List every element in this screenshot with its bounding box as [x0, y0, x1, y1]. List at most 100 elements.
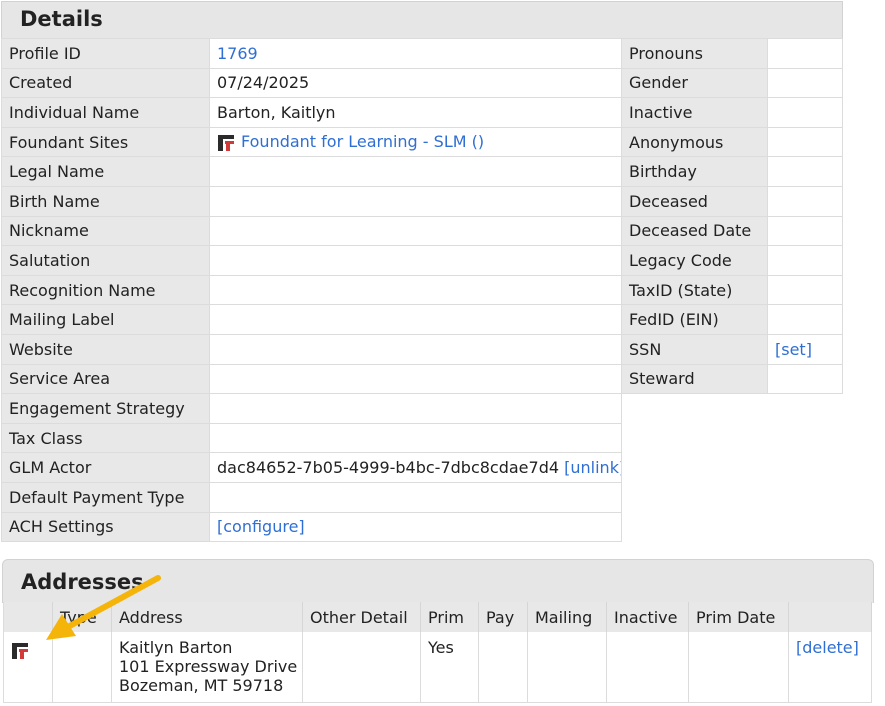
detail-value-link[interactable]: [set] [775, 340, 812, 359]
detail-row: Profile ID 1769 [1, 38, 622, 69]
address-line: 101 Expressway Drive [119, 657, 298, 676]
detail-row: Birth Name [1, 185, 622, 217]
detail-label: Birthday [621, 156, 768, 187]
detail-row: Deceased [621, 185, 843, 217]
detail-value [767, 126, 843, 158]
detail-label: Inactive [621, 97, 768, 128]
detail-value [209, 274, 622, 306]
detail-value [767, 304, 843, 335]
detail-label: Mailing Label [1, 304, 210, 335]
address-other-detail [302, 632, 421, 702]
detail-value: dac84652-7b05-4999-b4bc-7dbc8cdae7d4 [un… [209, 452, 622, 483]
address-prim-date [688, 632, 789, 702]
detail-label: Anonymous [621, 126, 768, 158]
detail-row: Legacy Code [621, 245, 843, 276]
detail-value: Foundant for Learning - SLM () [209, 126, 622, 158]
detail-label: Created [1, 67, 210, 99]
detail-row: Foundant Sites Foundant for Learning - SL… [1, 126, 622, 158]
details-panel-header: Details [1, 1, 843, 39]
detail-value: [set] [767, 333, 843, 365]
detail-label: Individual Name [1, 97, 210, 128]
detail-label: SSN [621, 333, 768, 365]
detail-label: FedID (EIN) [621, 304, 768, 335]
detail-value: 07/24/2025 [209, 67, 622, 99]
detail-value [209, 481, 622, 513]
detail-row: Inactive [621, 97, 843, 128]
detail-row: ACH Settings [configure] [1, 511, 622, 543]
detail-value-text: dac84652-7b05-4999-b4bc-7dbc8cdae7d4 [217, 458, 560, 478]
detail-row: Salutation [1, 245, 622, 276]
detail-row: Default Payment Type [1, 481, 622, 513]
detail-row: TaxID (State) [621, 274, 843, 306]
detail-value-link[interactable]: [configure] [217, 517, 305, 536]
details-title: Details [20, 7, 103, 31]
detail-label: Service Area [1, 363, 210, 395]
detail-row: Pronouns [621, 38, 843, 69]
detail-label: Default Payment Type [1, 481, 210, 513]
detail-label: Deceased Date [621, 215, 768, 247]
details-left-table: Profile ID 1769 Created 07/24/2025 Individua… [1, 38, 622, 543]
foundant-logo-icon [12, 642, 28, 659]
detail-label: Website [1, 333, 210, 365]
detail-label: Salutation [1, 245, 210, 276]
detail-row: Birthday [621, 156, 843, 187]
detail-value [767, 363, 843, 395]
address-pay [478, 632, 528, 702]
detail-value [209, 245, 622, 276]
details-right-table: Pronouns Gender Inactive Anonymous Birthday D… [621, 38, 843, 395]
detail-row: Nickname [1, 215, 622, 247]
detail-row: GLM Actor dac84652-7b05-4999-b4bc-7dbc8cd… [1, 452, 622, 483]
detail-value-link[interactable]: Foundant for Learning - SLM () [241, 132, 484, 151]
detail-row: SSN [set] [621, 333, 843, 365]
detail-value [767, 215, 843, 247]
detail-label: TaxID (State) [621, 274, 768, 306]
detail-value-text: 07/24/2025 [217, 73, 310, 93]
address-type [52, 632, 112, 702]
detail-label: Birth Name [1, 185, 210, 217]
address-column-header: Pay [478, 602, 528, 632]
detail-row: Anonymous [621, 126, 843, 158]
delete-link[interactable]: [delete] [796, 638, 859, 657]
detail-label: Steward [621, 363, 768, 395]
detail-label: Engagement Strategy [1, 393, 210, 424]
address-column-header: Mailing [527, 602, 607, 632]
addresses-panel-header: Addresses [2, 559, 874, 603]
detail-value [209, 304, 622, 335]
addresses-title: Addresses [21, 570, 144, 594]
detail-label: Deceased [621, 185, 768, 217]
detail-row: Individual Name Barton, Kaitlyn [1, 97, 622, 128]
detail-value [209, 185, 622, 217]
detail-value [209, 363, 622, 395]
detail-row: Website [1, 333, 622, 365]
detail-label: Legal Name [1, 156, 210, 187]
detail-row: Created 07/24/2025 [1, 67, 622, 99]
address-prim: Yes [420, 632, 479, 702]
detail-value [209, 422, 622, 454]
detail-label: Gender [621, 67, 768, 99]
addresses-table: Type Address Other Detail Prim Pay Mailing Ina… [3, 602, 872, 703]
address-text: Kaitlyn Barton 101 Expressway Drive Bozema… [111, 632, 303, 702]
detail-value [209, 215, 622, 247]
detail-label: Legacy Code [621, 245, 768, 276]
detail-value [767, 274, 843, 306]
detail-row: Steward [621, 363, 843, 395]
address-column-header: Prim [420, 602, 479, 632]
address-column-header [788, 602, 872, 632]
address-column-header: Inactive [606, 602, 689, 632]
detail-value-text: Barton, Kaitlyn [217, 102, 336, 122]
detail-value: Barton, Kaitlyn [209, 97, 622, 128]
detail-label: Tax Class [1, 422, 210, 454]
address-column-header: Other Detail [302, 602, 421, 632]
detail-value [209, 156, 622, 187]
address-inactive [606, 632, 689, 702]
detail-row: Mailing Label [1, 304, 622, 335]
detail-value-link[interactable]: 1769 [217, 44, 258, 63]
unlink-link[interactable]: [unlink] [564, 458, 620, 477]
foundant-logo-icon [218, 134, 234, 151]
detail-row: FedID (EIN) [621, 304, 843, 335]
address-row: Kaitlyn Barton 101 Expressway Drive Bozema… [3, 632, 872, 702]
detail-row: Recognition Name [1, 274, 622, 306]
detail-label: ACH Settings [1, 511, 210, 543]
address-line: Bozeman, MT 59718 [119, 676, 284, 695]
address-icon-cell [3, 632, 53, 702]
